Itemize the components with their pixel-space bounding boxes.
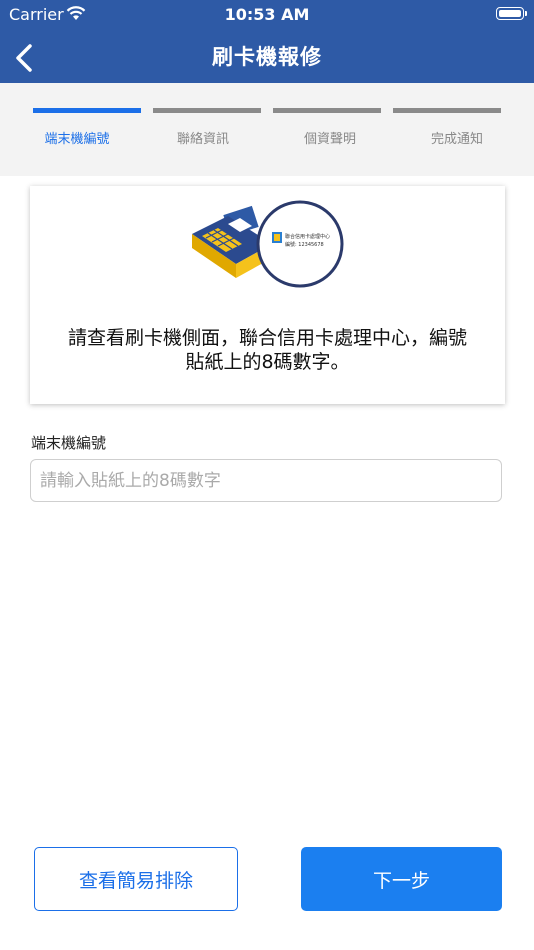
clock: 10:53 AM bbox=[224, 5, 310, 24]
battery-icon bbox=[496, 7, 527, 20]
step-label-privacy-statement: 個資聲明 bbox=[303, 132, 356, 147]
terminal-number-input[interactable] bbox=[30, 459, 502, 502]
navigation-bar: 刷卡機報修 bbox=[0, 28, 534, 83]
step-bar-2 bbox=[153, 108, 261, 113]
status-bar: Carrier 10:53 AM bbox=[0, 0, 534, 28]
page-title: 刷卡機報修 bbox=[212, 45, 322, 69]
step-label-contact-info: 聯絡資訊 bbox=[176, 132, 229, 147]
instruction-line-1: 請查看刷卡機側面，聯合信用卡處理中心，編號 bbox=[67, 327, 467, 349]
step-indicator: 端末機編號 聯絡資訊 個資聲明 完成通知 bbox=[0, 83, 534, 176]
next-step-button[interactable]: 下一步 bbox=[301, 847, 502, 911]
step-bar-3 bbox=[273, 108, 381, 113]
troubleshoot-button[interactable]: 查看簡易排除 bbox=[34, 847, 238, 911]
step-bar-1 bbox=[33, 108, 141, 113]
step-label-terminal-number: 端末機編號 bbox=[44, 132, 110, 147]
terminal-number-label: 端末機編號 bbox=[31, 434, 107, 452]
instruction-card: 聯合信用卡處理中心 編號: 12345678 請查看刷卡機側面，聯合信用卡處理中… bbox=[30, 186, 505, 404]
sticker-number-text: 編號: 12345678 bbox=[285, 241, 324, 248]
instruction-text: 請查看刷卡機側面，聯合信用卡處理中心，編號 貼紙上的8碼數字。 bbox=[30, 326, 505, 374]
instruction-line-2: 貼紙上的8碼數字。 bbox=[185, 351, 350, 373]
card-terminal-illustration: 聯合信用卡處理中心 編號: 12345678 bbox=[192, 200, 344, 288]
step-bar-4 bbox=[393, 108, 501, 113]
step-label-completion-notice: 完成通知 bbox=[430, 132, 483, 147]
sticker-center-text: 聯合信用卡處理中心 bbox=[285, 233, 330, 240]
